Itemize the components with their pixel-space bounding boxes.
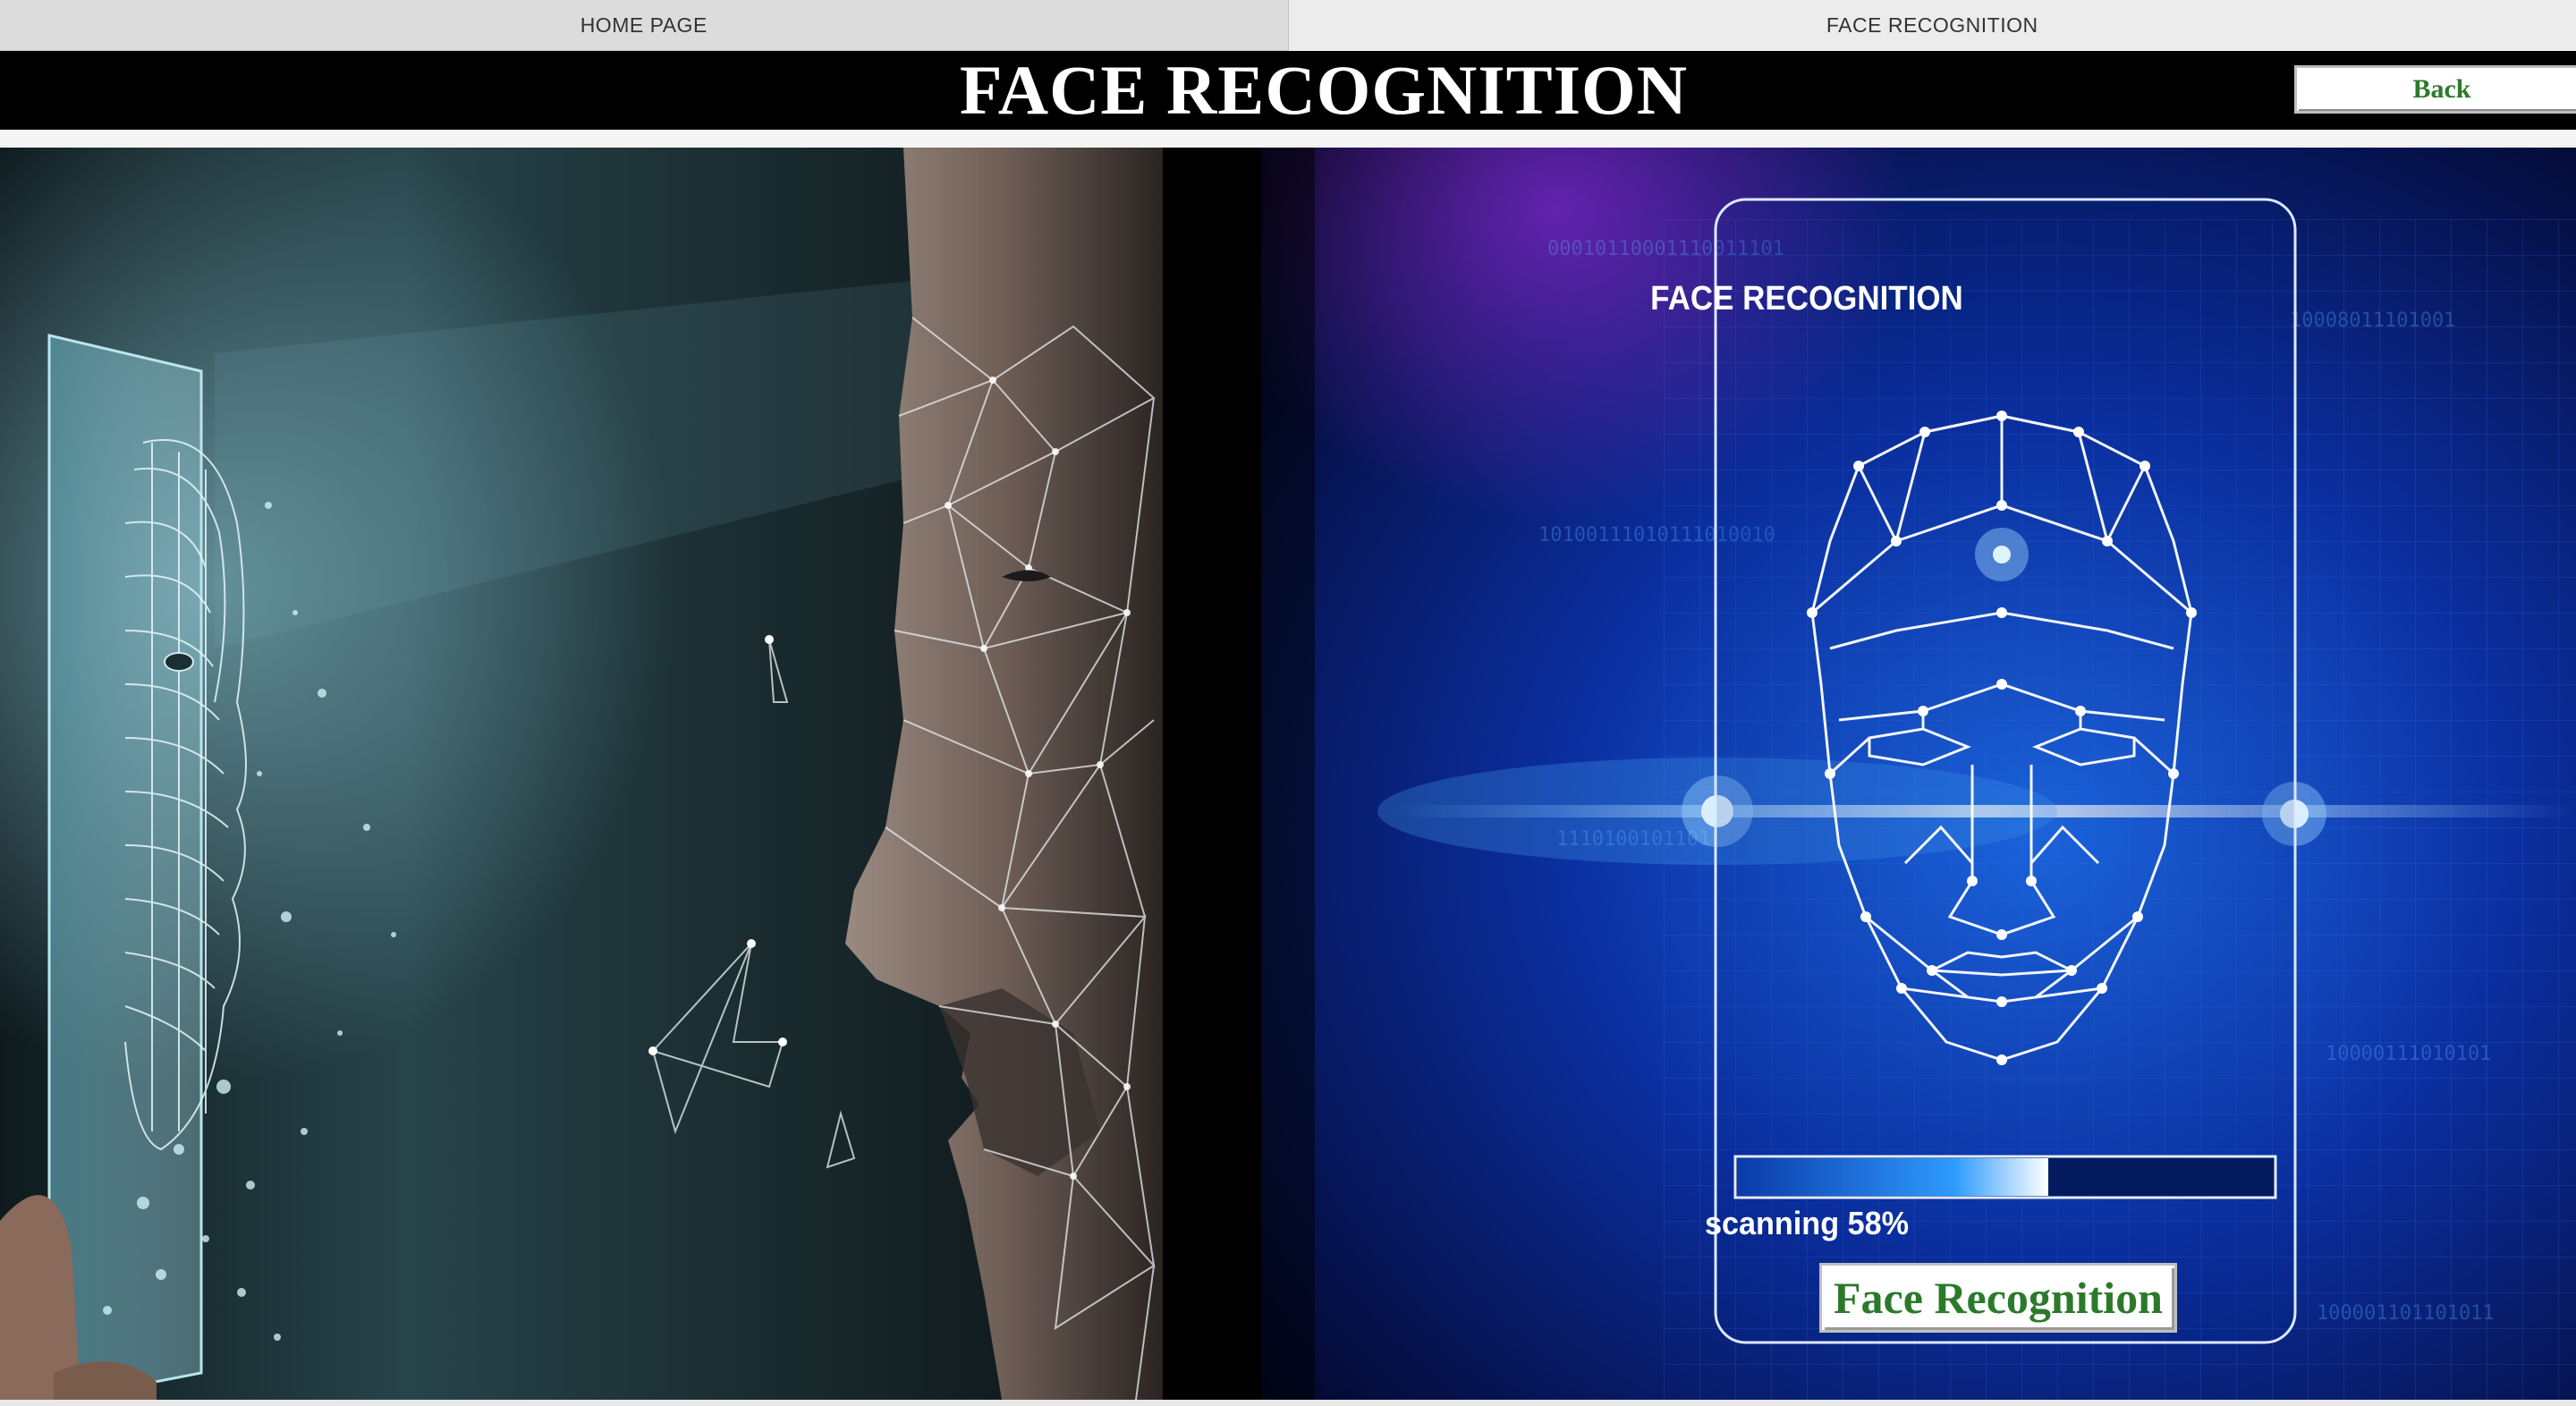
face-scan-illustration-right: 00010110001110011101 1010011101011101001… bbox=[1163, 148, 2576, 1400]
svg-text:100001101101011: 100001101101011 bbox=[2317, 1302, 2495, 1325]
tab-home-page[interactable]: HOME PAGE bbox=[0, 0, 1289, 51]
scan-status: scanning 58% bbox=[1704, 1205, 1910, 1241]
page-title: FACE RECOGNITION bbox=[959, 51, 1689, 129]
tab-face-recognition[interactable]: FACE RECOGNITION bbox=[1288, 0, 2576, 51]
scan-progress-fill bbox=[1737, 1158, 2048, 1196]
divider bbox=[0, 130, 2576, 148]
back-button[interactable]: Back bbox=[2294, 65, 2576, 114]
face-recognition-button[interactable]: Face Recognition bbox=[1819, 1263, 2177, 1333]
scanner-title: FACE RECOGNITION bbox=[1650, 280, 1963, 318]
header-bar: FACE RECOGNITION Back bbox=[0, 51, 2576, 130]
svg-text:10008011101001: 10008011101001 bbox=[2290, 309, 2455, 332]
svg-text:10000111010101: 10000111010101 bbox=[2326, 1043, 2491, 1065]
face-scan-illustration-left bbox=[0, 148, 1163, 1400]
tab-bar: HOME PAGE FACE RECOGNITION bbox=[0, 0, 2576, 51]
bottom-edge bbox=[0, 1400, 2576, 1406]
man-profile-image bbox=[0, 148, 1163, 1400]
